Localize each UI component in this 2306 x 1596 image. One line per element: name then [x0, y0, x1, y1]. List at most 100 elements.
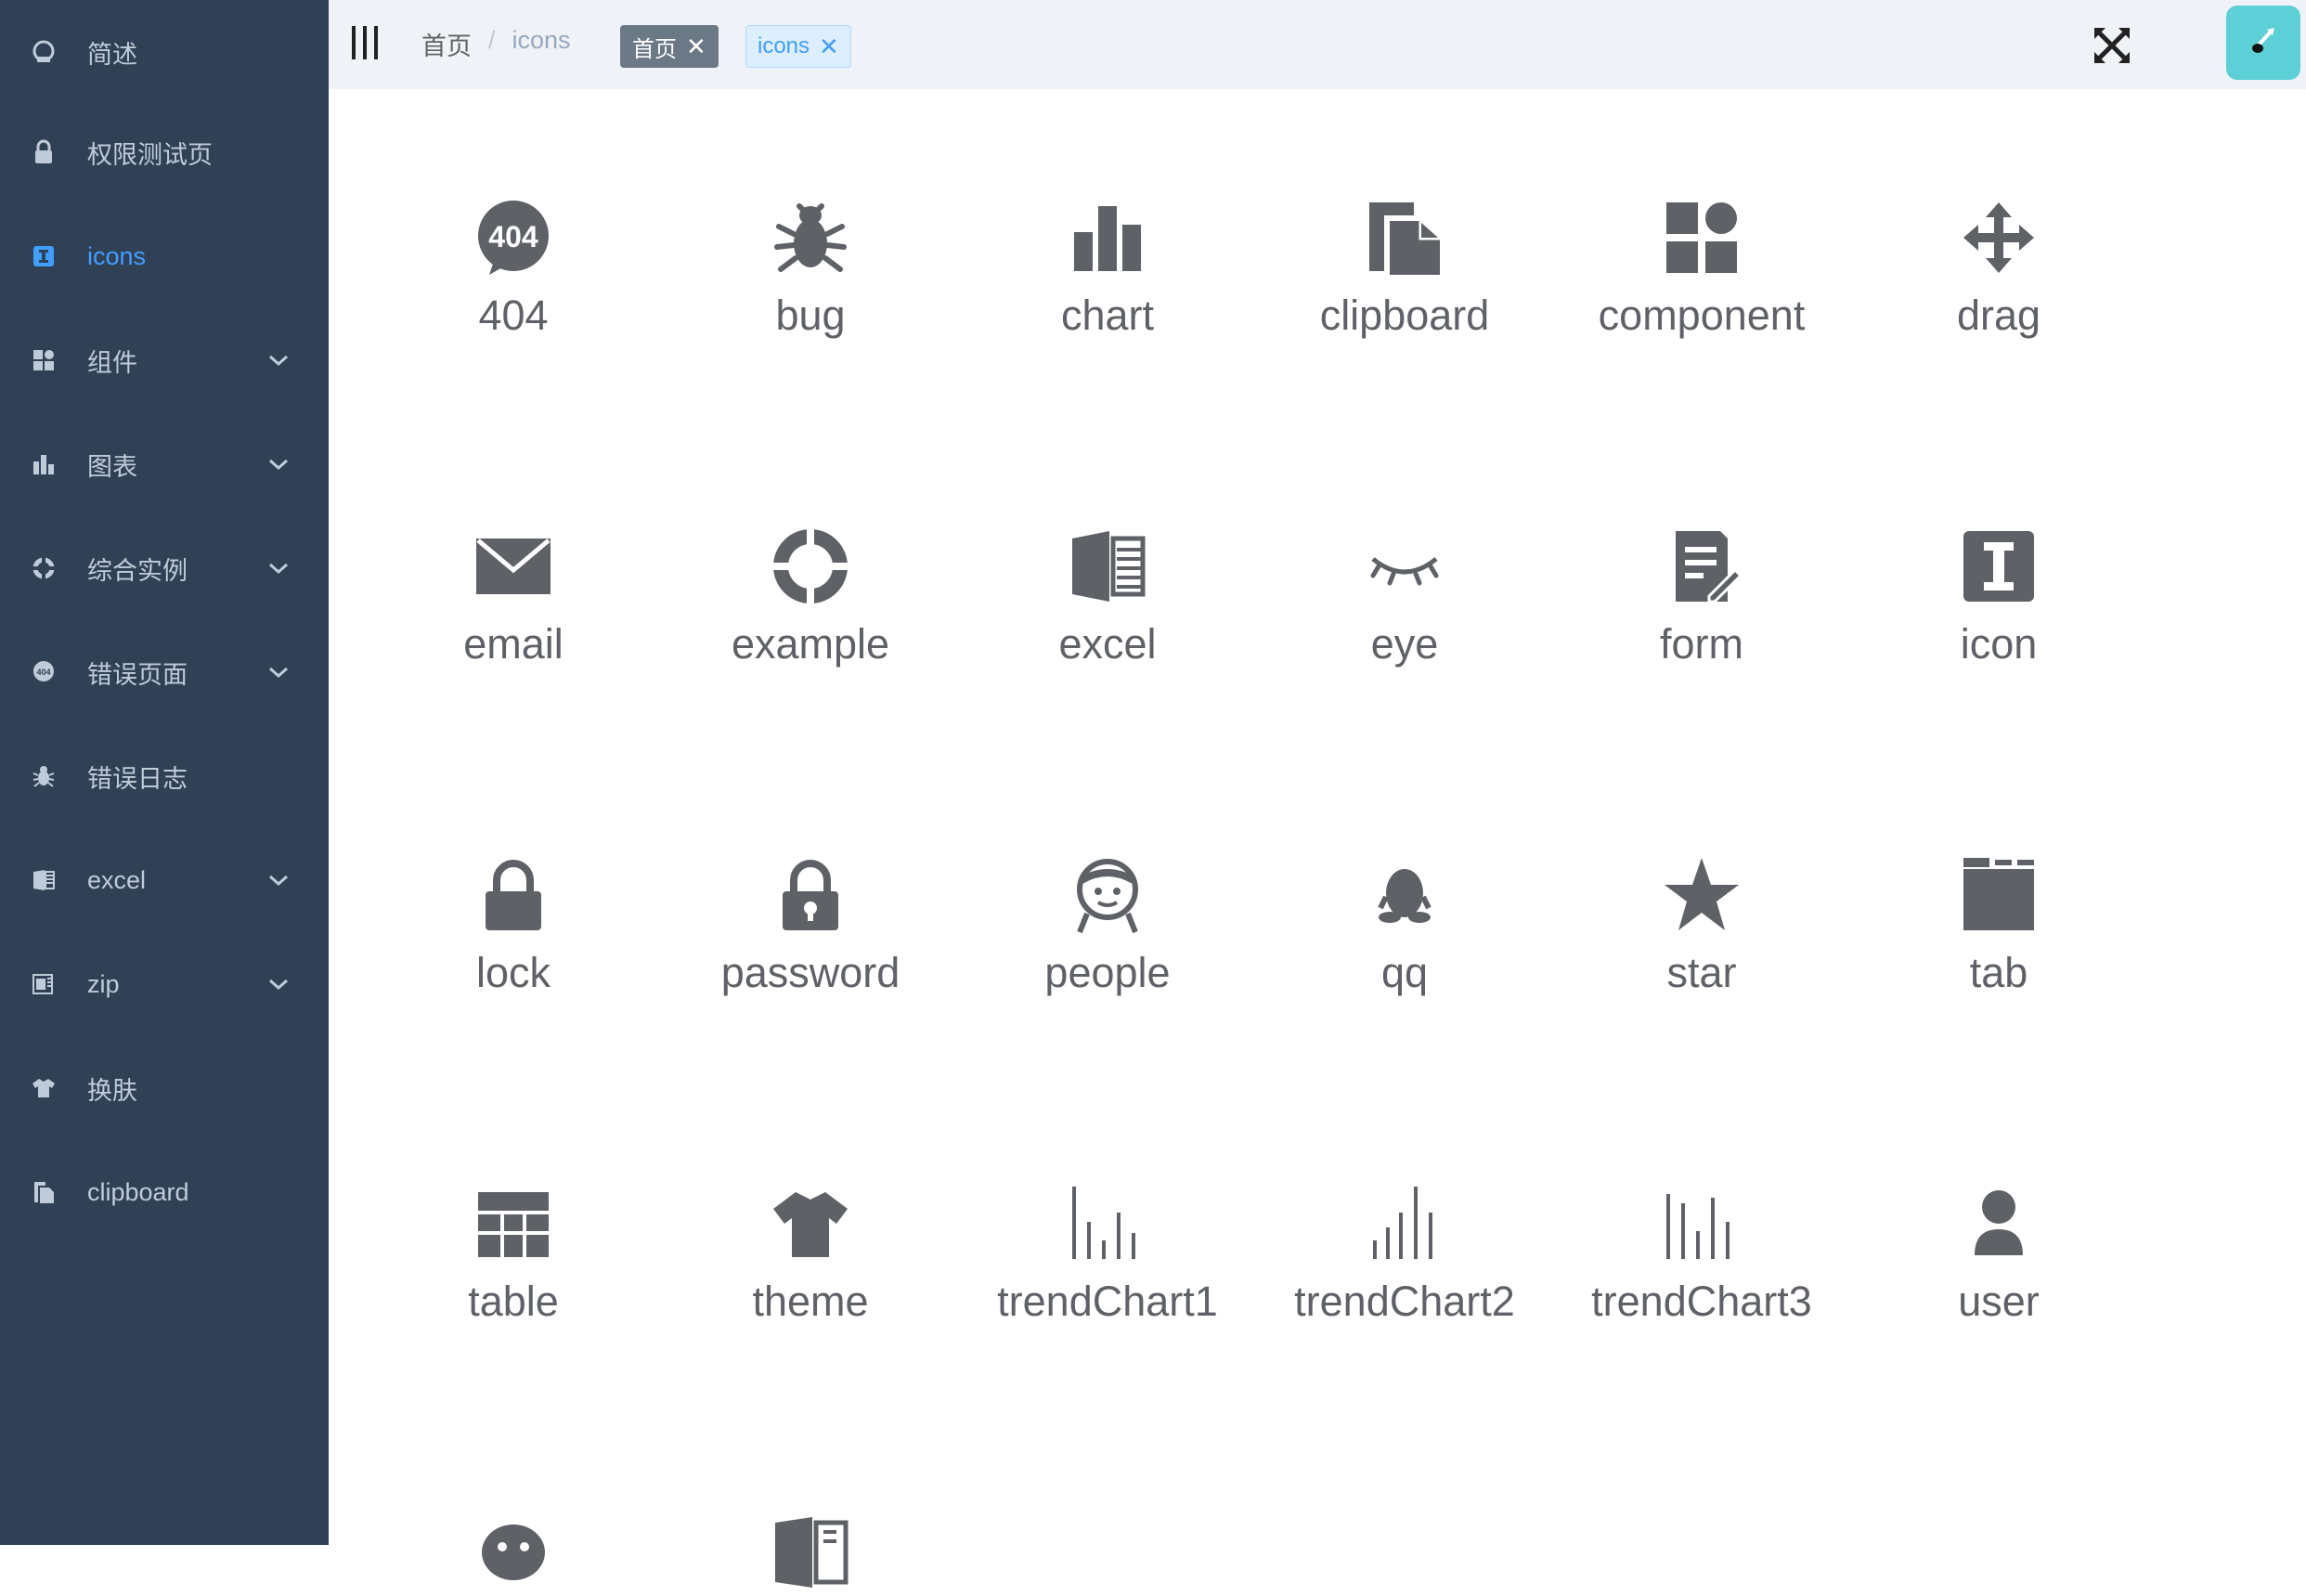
example-icon: [31, 555, 57, 581]
icon-item-form[interactable]: form: [1553, 418, 1850, 668]
icon-item-eye[interactable]: eye: [1256, 418, 1553, 668]
icon-item-trendchart3[interactable]: trendChart3: [1553, 1075, 1850, 1325]
form-icon: [1663, 527, 1743, 605]
icon-label: bug: [775, 292, 846, 339]
excel-icon: [1069, 527, 1147, 605]
icon-item-404[interactable]: 404 404: [365, 89, 662, 339]
sidebar-item-clipboard[interactable]: clipboard: [0, 1140, 329, 1244]
icon-item-icon[interactable]: icon: [1850, 418, 2147, 668]
sidebar-item-zip[interactable]: zip: [0, 932, 329, 1036]
chart-icon: [1069, 199, 1147, 277]
theme-icon: [771, 1185, 849, 1263]
breadcrumb-current: icons: [512, 26, 571, 54]
user-icon: [1960, 1185, 2038, 1263]
icon-icon: [1960, 527, 2038, 605]
sidebar-item-label: clipboard: [87, 1177, 189, 1206]
component-icon: [1663, 199, 1741, 277]
clipboard-icon: [31, 1179, 57, 1205]
sidebar-item-error-pages[interactable]: 404 错误页面: [0, 620, 329, 724]
icon-item-bug[interactable]: bug: [662, 89, 959, 339]
breadcrumb-home[interactable]: 首页: [421, 26, 472, 62]
trendchart1-icon: [1069, 1185, 1147, 1263]
star-icon: [1663, 856, 1741, 934]
icon-label: email: [463, 620, 564, 668]
icon-label: password: [720, 949, 900, 996]
chevron-down-icon: [269, 563, 288, 575]
icon-item-partial-1[interactable]: [365, 1404, 662, 1590]
sidebar-item-label: 组件: [87, 348, 137, 377]
sidebar-item-label: 错误页面: [87, 660, 188, 689]
icon-item-tab[interactable]: tab: [1850, 746, 2147, 996]
eye-icon: [1366, 527, 1444, 605]
sidebar: 简述 权限测试页 icons 组件 图表 综合实例 404 错误页面 错误日志 …: [0, 0, 329, 1545]
trendchart3-icon: [1663, 1185, 1741, 1263]
icon-icon: [31, 243, 57, 269]
icon-item-password[interactable]: password: [662, 746, 959, 996]
icon-label: tab: [1969, 949, 2028, 996]
email-icon: [474, 527, 552, 605]
sidebar-item-icons[interactable]: icons: [0, 204, 329, 308]
svg-text:404: 404: [36, 668, 50, 677]
sidebar-item-examples[interactable]: 综合实例: [0, 516, 329, 620]
tab-icon: [1960, 856, 2038, 934]
avatar[interactable]: [2226, 6, 2300, 80]
icon-item-partial-2[interactable]: [662, 1404, 959, 1590]
tag-icons[interactable]: icons ✕: [745, 25, 851, 68]
close-icon[interactable]: ✕: [819, 34, 839, 58]
tag-home[interactable]: 首页 ✕: [620, 25, 719, 68]
sidebar-item-label: 错误日志: [87, 764, 188, 793]
sidebar-item-label: 图表: [87, 452, 137, 481]
chevron-down-icon: [269, 979, 288, 991]
fullscreen-icon[interactable]: [2092, 26, 2131, 65]
breadcrumb: 首页 / icons: [421, 26, 571, 62]
trendchart2-icon: [1366, 1185, 1444, 1263]
password-icon: [771, 856, 849, 934]
sidebar-item-theme[interactable]: 换肤: [0, 1036, 329, 1140]
icon-item-drag[interactable]: drag: [1850, 89, 2147, 339]
sidebar-item-label: 简述: [87, 40, 137, 69]
404-icon: 404: [31, 659, 57, 685]
icon-item-trendchart2[interactable]: trendChart2: [1256, 1075, 1553, 1325]
icon-item-theme[interactable]: theme: [662, 1075, 959, 1325]
tag-label: icons: [758, 33, 810, 58]
icon-item-table[interactable]: table: [365, 1075, 662, 1325]
svg-text:404: 404: [488, 220, 538, 253]
icon-item-clipboard[interactable]: clipboard: [1256, 89, 1553, 339]
hamburger-icon[interactable]: [349, 24, 381, 61]
sidebar-item-permission[interactable]: 权限测试页: [0, 100, 329, 204]
icon-label: chart: [1060, 292, 1155, 339]
close-icon[interactable]: ✕: [686, 34, 706, 58]
sidebar-item-dashboard[interactable]: 简述: [0, 0, 329, 104]
icon-item-excel[interactable]: excel: [959, 418, 1256, 668]
chart-icon: [31, 451, 57, 477]
example-icon: [771, 527, 849, 605]
sidebar-item-charts[interactable]: 图表: [0, 412, 329, 516]
icon-item-example[interactable]: example: [662, 418, 959, 668]
icon-label: drag: [1956, 292, 2041, 339]
icon-label: component: [1598, 292, 1806, 339]
icon-label: example: [731, 620, 890, 668]
component-icon: [31, 347, 57, 373]
icon-item-qq[interactable]: qq: [1256, 746, 1553, 996]
icon-item-star[interactable]: star: [1553, 746, 1850, 996]
icon-item-email[interactable]: email: [365, 418, 662, 668]
sidebar-item-label: excel: [87, 865, 147, 894]
icon-item-trendchart1[interactable]: trendChart1: [959, 1075, 1256, 1325]
icon-item-lock[interactable]: lock: [365, 746, 662, 996]
sidebar-item-label: icons: [87, 241, 147, 270]
navbar: 首页 / icons 首页 ✕ icons ✕: [329, 0, 2306, 89]
sidebar-item-excel[interactable]: excel: [0, 828, 329, 932]
sidebar-item-label: 换肤: [87, 1076, 137, 1105]
icon-label: trendChart2: [1294, 1278, 1515, 1325]
wechat-icon: [474, 1513, 552, 1591]
sidebar-item-error-log[interactable]: 错误日志: [0, 724, 329, 828]
icon-item-chart[interactable]: chart: [959, 89, 1256, 339]
icon-item-people[interactable]: people: [959, 746, 1256, 996]
tag-label: 首页: [632, 36, 677, 62]
icons-grid: 404 404 bug chart clipboard component dr…: [329, 89, 2306, 1588]
sidebar-item-components[interactable]: 组件: [0, 308, 329, 412]
icon-item-component[interactable]: component: [1553, 89, 1850, 339]
icon-item-user[interactable]: user: [1850, 1075, 2147, 1325]
chevron-down-icon: [269, 355, 288, 367]
bug-icon: [31, 763, 57, 789]
